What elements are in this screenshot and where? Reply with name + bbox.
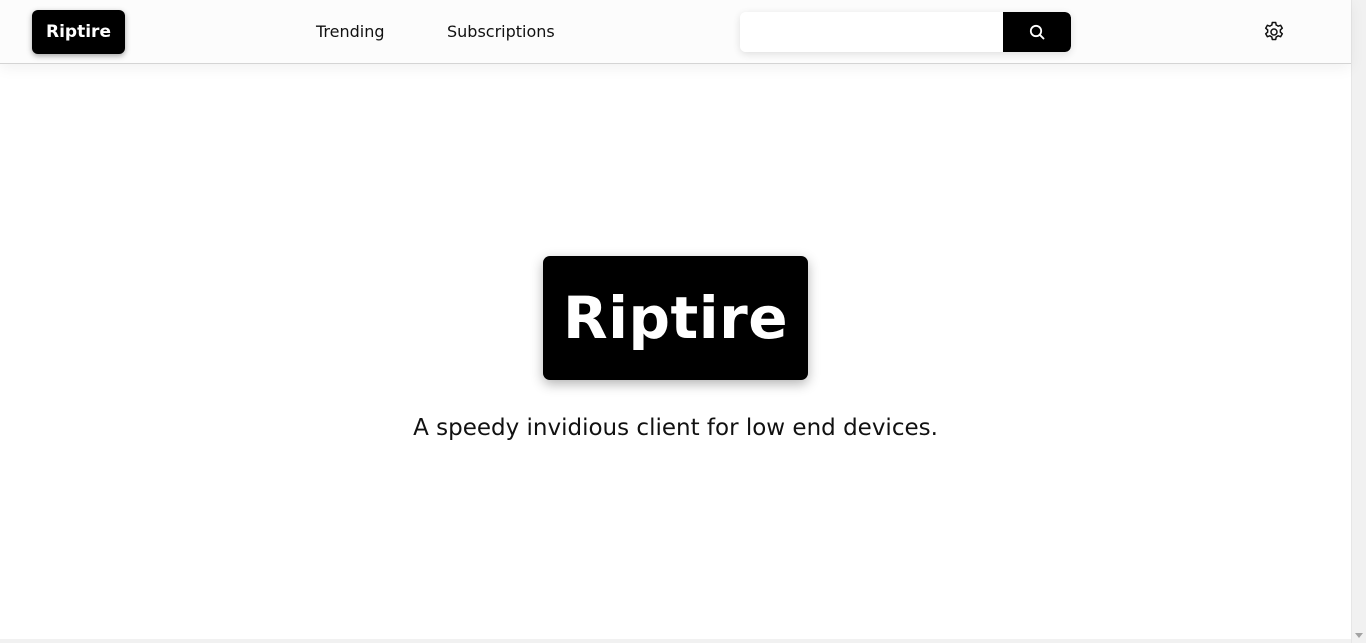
settings-button[interactable] [1262,20,1286,44]
vertical-scrollbar[interactable] [1351,0,1366,643]
navbar: Riptire Trending Subscriptions [0,0,1351,64]
brand-logo-button[interactable]: Riptire [32,10,125,54]
search-icon [1029,24,1045,40]
hero-logo: Riptire [543,256,808,380]
horizontal-scroll-track [0,639,1351,643]
nav-trending-link[interactable]: Trending [316,20,385,44]
content-area: Riptire Trending Subscriptions Riptire A… [0,0,1351,643]
search-input[interactable] [740,12,1003,52]
page: Riptire Trending Subscriptions Riptire A… [0,0,1366,643]
hero-tagline: A speedy invidious client for low end de… [413,415,938,441]
nav-subscriptions-link[interactable]: Subscriptions [447,20,555,44]
scroll-down-arrow-icon[interactable] [1355,633,1363,638]
search-bar [740,12,1071,52]
gear-icon [1262,20,1286,44]
search-button[interactable] [1003,12,1071,52]
